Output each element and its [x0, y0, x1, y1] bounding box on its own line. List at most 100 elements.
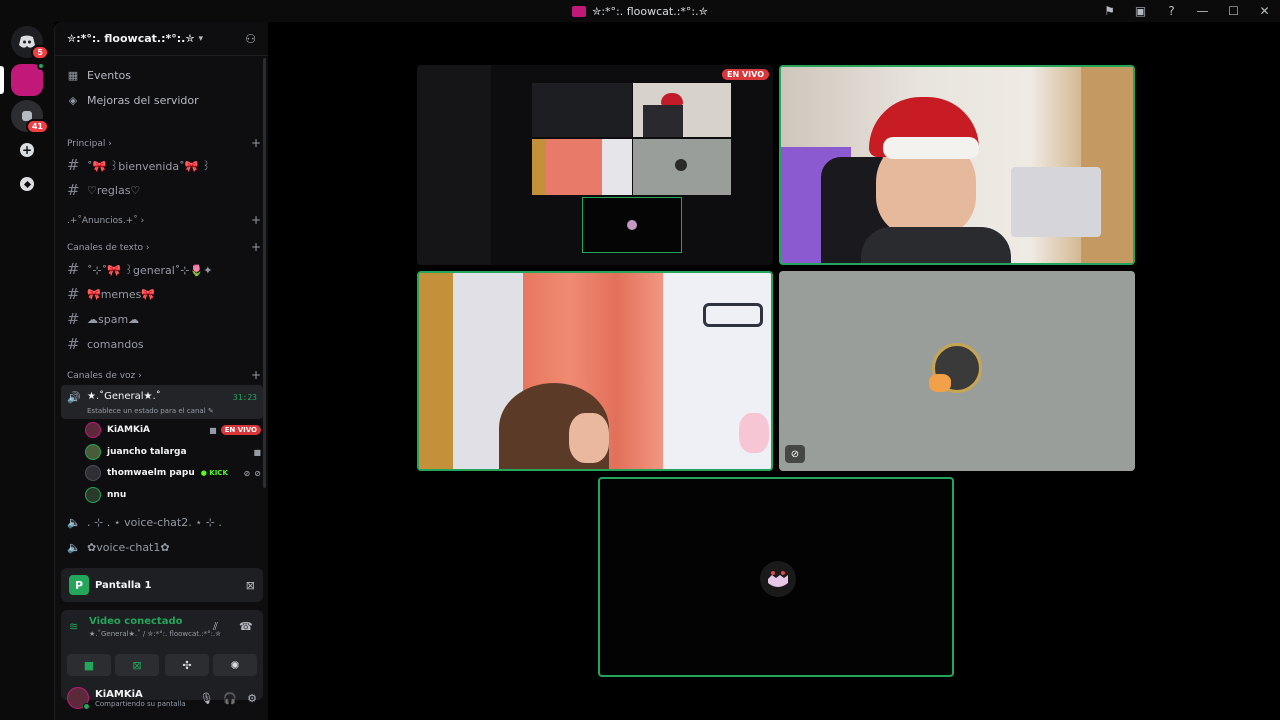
screen-share-tile[interactable]: EN VIVO: [417, 65, 773, 265]
avatar: [85, 487, 101, 503]
channel-general[interactable]: # ˚⊹˚🎀 ꒱general˚⊹🌷✦: [67, 260, 212, 278]
server-2[interactable]: 41: [11, 100, 49, 134]
soundboard-button[interactable]: ✺: [213, 654, 257, 676]
live-badge: EN VIVO: [722, 69, 769, 80]
add-channel-icon[interactable]: +: [251, 241, 261, 253]
minimize-button[interactable]: —: [1187, 4, 1218, 18]
user-panel[interactable]: KiAMKiA Compartiendo su pantalla 🎙 🎧 ⚙: [61, 678, 263, 718]
voice-user-kiamkia[interactable]: KiAMKiA ■ EN VIVO: [85, 420, 261, 440]
hash-icon: #: [67, 285, 80, 303]
boosts-link[interactable]: ◈ Mejoras del servidor: [67, 94, 199, 107]
hash-icon: #: [67, 156, 80, 174]
channel-status[interactable]: Establece un estado para el canal ✎: [87, 407, 214, 415]
window-controls: ⚑ ▣ ? — ☐ ✕: [1094, 0, 1280, 22]
voice-channel-1[interactable]: 🔈 ✿voice-chat1✿: [67, 541, 170, 554]
server-floowcat[interactable]: [11, 62, 45, 96]
events-link[interactable]: ▦ Eventos: [67, 69, 131, 82]
avatar: [760, 561, 796, 597]
chevron-down-icon: ▾: [198, 33, 204, 44]
server-icon: [572, 5, 587, 17]
camera-button[interactable]: ■: [67, 654, 111, 676]
wardrobe: [419, 273, 453, 469]
avatar: [85, 444, 101, 460]
speaker-icon: 🔊: [67, 391, 81, 404]
channel-comandos[interactable]: # comandos: [67, 335, 144, 353]
avatar[interactable]: [67, 687, 90, 710]
video-tile-juancho[interactable]: [779, 65, 1135, 265]
shared-window: [532, 83, 632, 137]
calendar-icon: ▦: [67, 69, 79, 82]
add-channel-icon[interactable]: +: [251, 369, 261, 381]
santa-hat-brim: [883, 137, 979, 159]
shirt: [861, 227, 1011, 263]
camera-icon: ■: [209, 425, 217, 435]
mention-badge: 41: [25, 119, 49, 134]
channel-bienvenida[interactable]: # ˚🎀 ꒱bienvenida˚🎀 ꒱: [67, 156, 210, 174]
voice-channel-general[interactable]: 🔊 ★.˚General★.˚ 31:23 Establece un estad…: [61, 385, 263, 419]
server-header[interactable]: ✮:*°:. floowcat.:*°:.✮ ▾ ⚇: [55, 22, 268, 56]
hash-icon: #: [67, 181, 80, 199]
microphone-icon[interactable]: 🎙: [199, 692, 213, 705]
category-text[interactable]: Canales de texto › +: [67, 241, 261, 253]
avatar: [929, 343, 982, 393]
speaker-icon: 🔈: [67, 516, 81, 529]
voice-user-thomwaelm[interactable]: thomwaelm papu ● KICK ⊘ ⊘: [85, 463, 261, 483]
add-channel-icon[interactable]: +: [251, 137, 261, 149]
voice-user-juancho[interactable]: juancho talarga ■: [85, 442, 261, 462]
bed: [1011, 167, 1101, 237]
gengar-icon: [768, 571, 788, 587]
shared-video-2: [532, 139, 632, 195]
disconnect-icon[interactable]: ☎: [239, 620, 253, 633]
headphones-icon[interactable]: 🎧: [223, 692, 237, 705]
channel-sidebar: ✮:*°:. floowcat.:*°:.✮ ▾ ⚇ ▦ Eventos ◈ M…: [54, 22, 268, 562]
channel-reglas[interactable]: # ♡reglas♡: [67, 181, 140, 199]
discover-button[interactable]: [11, 168, 43, 200]
voice-user-nnu[interactable]: nnu: [85, 485, 261, 505]
bottom-panel: P Pantalla 1 ⊠ ≋ Video conectado ★.˚Gene…: [54, 562, 268, 720]
add-channel-icon[interactable]: +: [251, 214, 261, 226]
gear-icon[interactable]: ⚙: [247, 692, 257, 705]
speaker-icon: 🔈: [67, 541, 81, 554]
help-icon[interactable]: ?: [1156, 4, 1187, 18]
face: [569, 413, 609, 463]
window-title: ✮:*°:. floowcat.:*°:.✮: [572, 5, 708, 18]
online-status: [83, 703, 90, 710]
video-tile-nnu[interactable]: [598, 477, 954, 677]
graffiti-mark: [703, 303, 763, 327]
activities-button[interactable]: ✣: [165, 654, 209, 676]
stop-share-icon[interactable]: ⊠: [246, 579, 255, 592]
signal-icon[interactable]: ≋: [69, 620, 78, 633]
home-button[interactable]: 5: [11, 26, 49, 60]
hello-kitty: [739, 413, 769, 453]
close-button[interactable]: ✕: [1249, 4, 1280, 18]
compass-icon: [20, 177, 34, 191]
plus-icon: +: [20, 143, 34, 157]
mention-badge: 5: [31, 45, 49, 60]
noise-suppression-icon[interactable]: ⫽: [213, 620, 218, 634]
avatar: [85, 465, 101, 481]
category-principal[interactable]: Principal › +: [67, 137, 261, 149]
maximize-button[interactable]: ☐: [1218, 4, 1249, 18]
channel-memes[interactable]: # 🎀memes🎀: [67, 285, 155, 303]
screen-icon[interactable]: ▣: [1125, 4, 1156, 18]
invite-icon[interactable]: ⚇: [245, 32, 256, 46]
boost-icon: ◈: [68, 94, 78, 107]
sidebar-scrollbar[interactable]: [263, 58, 266, 488]
shared-video-3: [633, 139, 731, 195]
shared-sidebar: [417, 65, 491, 265]
video-tile-kiamkia[interactable]: [417, 271, 773, 471]
category-anuncios[interactable]: .+˚Anuncios.+˚ › +: [67, 214, 261, 226]
category-voice[interactable]: Canales de voz › +: [67, 369, 261, 381]
active-pill: [0, 66, 4, 94]
hash-icon: #: [67, 260, 80, 278]
inbox-icon[interactable]: ⚑: [1094, 4, 1125, 18]
camera-off-icon[interactable]: ⊘: [785, 445, 805, 463]
channel-spam[interactable]: # ☁spam☁: [67, 310, 139, 328]
video-tile-thomwaelm[interactable]: ⊘: [779, 271, 1135, 471]
video-stage: EN VIVO ⊘: [268, 22, 1280, 720]
add-server-button[interactable]: +: [11, 134, 43, 166]
share-screen-button[interactable]: ⊠: [115, 654, 159, 676]
voice-channel-2[interactable]: 🔈. ⊹ . ⋆ voice-chat2. ⋆ ⊹ .: [67, 516, 222, 529]
title-bar: ✮:*°:. floowcat.:*°:.✮ ⚑ ▣ ? — ☐ ✕: [0, 0, 1280, 22]
screen-share-card[interactable]: P Pantalla 1 ⊠: [61, 568, 263, 602]
